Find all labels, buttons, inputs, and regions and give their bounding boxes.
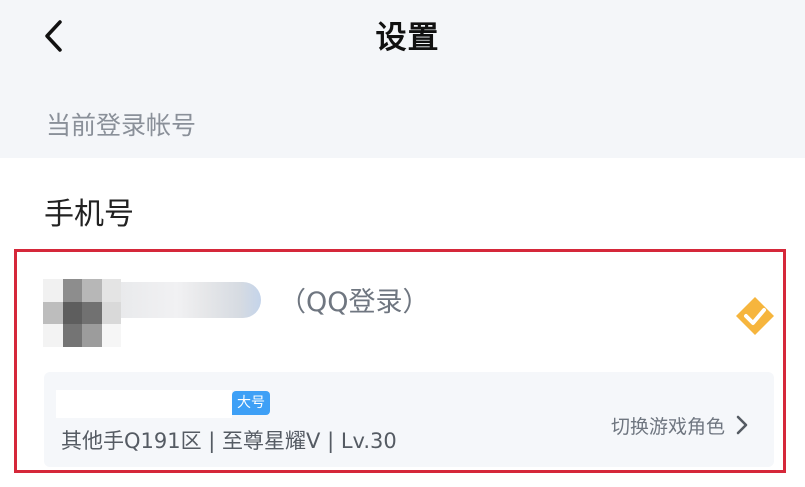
switch-role-label: 切换游戏角色 bbox=[611, 415, 726, 438]
role-info-text: 其他手Q191区 | 至尊星耀V | Lv.30 bbox=[61, 429, 397, 453]
main-account-badge: 大号 bbox=[232, 391, 270, 415]
switch-role-button[interactable]: 切换游戏角色 bbox=[611, 410, 749, 440]
role-name-blurred bbox=[56, 390, 232, 418]
chevron-right-icon bbox=[736, 415, 748, 435]
settings-header: 设置 当前登录帐号 bbox=[0, 0, 805, 158]
current-account-section-label: 当前登录帐号 bbox=[46, 111, 197, 140]
page-title: 设置 bbox=[375, 20, 440, 56]
current-account-card[interactable]: （QQ登录） 大号 其他手Q191区 | 至尊星耀V | Lv.30 切换游戏角… bbox=[14, 249, 786, 473]
verified-check-icon bbox=[736, 297, 774, 335]
nickname-blurred bbox=[121, 282, 261, 318]
game-role-panel: 大号 其他手Q191区 | 至尊星耀V | Lv.30 切换游戏角色 bbox=[44, 372, 774, 467]
phone-login-label: 手机号 bbox=[44, 197, 134, 232]
avatar bbox=[43, 279, 121, 347]
login-type-label: （QQ登录） bbox=[279, 287, 430, 318]
